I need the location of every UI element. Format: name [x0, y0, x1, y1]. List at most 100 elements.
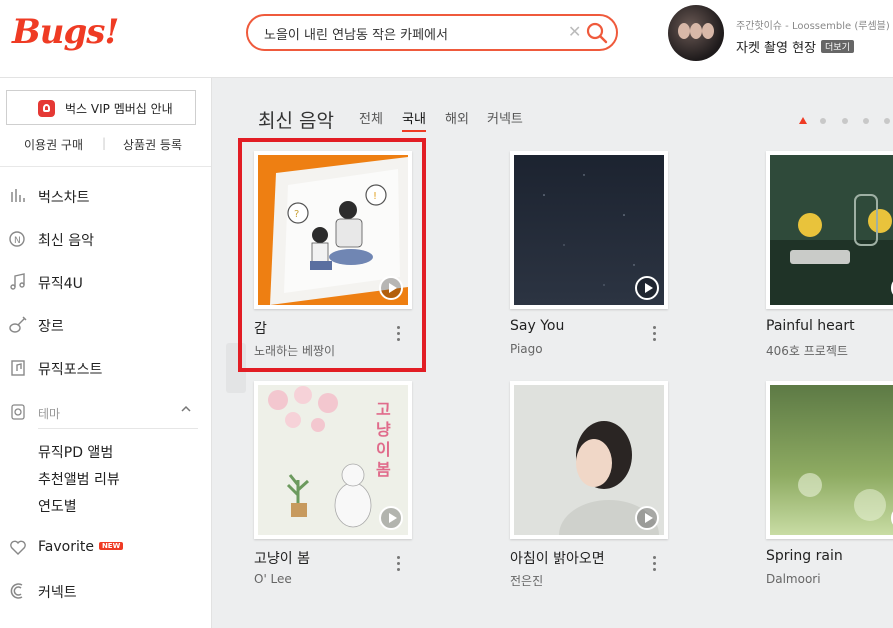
pager-dot[interactable] — [884, 118, 890, 124]
album-art: 고 냥 이 봄 — [258, 385, 408, 535]
album-cover[interactable] — [766, 151, 893, 309]
play-icon[interactable] — [379, 506, 403, 530]
promo-title[interactable]: 자켓 촬영 현장 더보기 — [736, 37, 854, 56]
vip-membership-label: 벅스 VIP 멤버십 안내 — [65, 102, 173, 116]
svg-text:봄: 봄 — [376, 460, 391, 479]
tab-overseas[interactable]: 해외 — [445, 108, 469, 127]
sidebar-theme-header[interactable]: 테마 — [0, 398, 211, 428]
album-title[interactable]: Say You — [510, 318, 564, 334]
theme-icon — [11, 404, 25, 420]
album-title[interactable]: Spring rain — [766, 548, 843, 564]
more-icon[interactable] — [651, 326, 657, 344]
album-card[interactable]: 고 냥 이 봄 고냥이 봄 O' Lee — [254, 381, 414, 601]
section-title: 최신 음악 — [258, 110, 334, 132]
chart-icon — [11, 189, 25, 202]
sidebar-item-label: 뮤직포스트 — [38, 362, 103, 378]
bugs-logo[interactable]: Bugs! — [12, 12, 119, 52]
promo-title-text[interactable]: 자켓 촬영 현장 — [736, 41, 816, 56]
album-card[interactable]: Spring rain Dalmoori — [766, 381, 893, 601]
theme-label: 테마 — [38, 407, 61, 421]
album-cover[interactable] — [510, 151, 668, 309]
tab-connect[interactable]: 커넥트 — [487, 108, 523, 127]
voucher-buy-link[interactable]: 이용권 구매 — [24, 136, 83, 153]
sidebar-item-favorite[interactable]: Favorite NEW — [0, 534, 211, 564]
theme-item-by-year[interactable]: 연도별 — [38, 496, 77, 516]
album-artist[interactable]: Dalmoori — [766, 572, 821, 586]
theme-item-album-review[interactable]: 추천앨범 리뷰 — [38, 469, 120, 489]
svg-text:N: N — [14, 236, 21, 246]
album-artist[interactable]: 전은진 — [510, 572, 543, 589]
more-icon[interactable] — [651, 556, 657, 574]
album-artist[interactable]: Piago — [510, 342, 543, 356]
sidebar-item-label: 최신 음악 — [38, 233, 94, 249]
album-art — [770, 155, 893, 305]
vip-membership-button[interactable]: 벅스 VIP 멤버십 안내 — [6, 90, 196, 125]
sidebar-item-label: 뮤직4U — [38, 276, 83, 292]
clear-icon[interactable]: ✕ — [568, 22, 581, 41]
album-card[interactable]: Say You Piago — [510, 151, 670, 371]
weekly-issue-promo[interactable]: 주간핫이슈 - Loossemble (루셈블) 자켓 촬영 현장 더보기 — [668, 5, 893, 63]
album-card[interactable]: 아침이 밝아오면 전은진 — [510, 381, 670, 601]
divider — [0, 166, 211, 167]
album-cover[interactable] — [766, 381, 893, 539]
music4u-icon — [10, 273, 25, 290]
album-title[interactable]: 고냥이 봄 — [254, 548, 310, 568]
album-title[interactable]: Painful heart — [766, 318, 855, 334]
new-badge: NEW — [98, 542, 124, 550]
album-art — [514, 155, 664, 305]
new-music-icon: N — [9, 231, 25, 247]
more-icon[interactable] — [395, 326, 401, 344]
sidebar-item-musicpost[interactable]: 뮤직포스트 — [0, 354, 211, 384]
sidebar-item-chart[interactable]: 벅스차트 — [0, 182, 211, 212]
album-card[interactable]: ? ! 감 노래하는 베짱이 — [254, 151, 414, 371]
more-icon[interactable] — [395, 556, 401, 574]
sidebar: 벅스 VIP 멤버십 안내 이용권 구매 | 상품권 등록 벅스차트 N 최신 … — [0, 78, 212, 628]
pager-dot-active[interactable] — [799, 117, 807, 124]
sidebar-item-new-music[interactable]: N 최신 음악 — [0, 225, 211, 255]
carousel-pager — [799, 116, 890, 126]
theme-divider — [38, 428, 198, 429]
search-icon[interactable] — [586, 22, 608, 44]
play-icon[interactable] — [379, 276, 403, 300]
musicpost-icon — [11, 360, 25, 376]
album-artist[interactable]: 406호 프로젝트 — [766, 342, 848, 359]
album-cover[interactable]: 고 냥 이 봄 — [254, 381, 412, 539]
pager-dot[interactable] — [820, 118, 826, 124]
album-title[interactable]: 감 — [254, 318, 267, 338]
album-card[interactable]: Painful heart 406호 프로젝트 — [766, 151, 893, 371]
coupon-register-link[interactable]: 상품권 등록 — [123, 136, 182, 153]
sidebar-item-connect[interactable]: 커넥트 — [0, 577, 211, 607]
album-art: ? ! — [258, 155, 408, 305]
svg-text:고: 고 — [376, 400, 391, 419]
bugs-vip-icon — [38, 100, 55, 117]
tab-domestic[interactable]: 국내 — [402, 108, 426, 132]
pager-dot[interactable] — [863, 118, 869, 124]
carousel-prev-handle[interactable] — [226, 343, 246, 393]
sidebar-item-label: 벅스차트 — [38, 190, 90, 206]
album-art-image — [770, 155, 893, 305]
search-input[interactable] — [264, 22, 554, 44]
play-icon[interactable] — [635, 506, 659, 530]
link-separator: | — [102, 136, 107, 150]
sidebar-item-label: 커넥트 — [38, 585, 77, 601]
pager-dot[interactable] — [842, 118, 848, 124]
favorite-text: Favorite — [38, 539, 94, 555]
promo-thumbnail[interactable] — [668, 5, 724, 61]
play-icon[interactable] — [635, 276, 659, 300]
theme-item-musicpd-album[interactable]: 뮤직PD 앨범 — [38, 442, 113, 462]
album-artist[interactable]: 노래하는 베짱이 — [254, 342, 335, 359]
svg-text:!: ! — [373, 191, 377, 202]
tab-all[interactable]: 전체 — [359, 108, 383, 127]
album-artist[interactable]: O' Lee — [254, 572, 292, 586]
album-title[interactable]: 아침이 밝아오면 — [510, 548, 605, 568]
album-cover[interactable] — [510, 381, 668, 539]
svg-text:?: ? — [294, 209, 299, 220]
more-button[interactable]: 더보기 — [821, 40, 854, 53]
favorite-label: Favorite NEW — [38, 539, 124, 555]
sidebar-item-genre[interactable]: 장르 — [0, 311, 211, 341]
album-cover[interactable]: ? ! — [254, 151, 412, 309]
connect-icon — [10, 583, 23, 599]
search-box: ✕ — [246, 14, 618, 51]
chevron-up-icon[interactable] — [180, 403, 192, 415]
sidebar-item-music4u[interactable]: 뮤직4U — [0, 268, 211, 298]
